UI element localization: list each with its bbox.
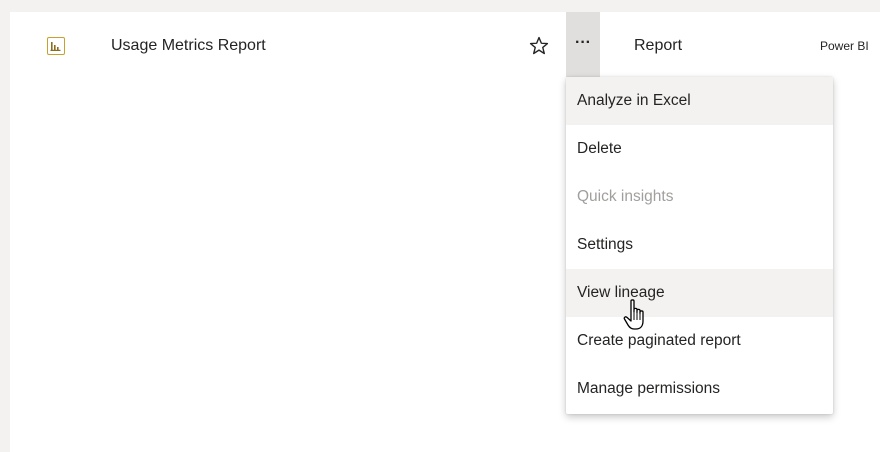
menu-item-view-lineage[interactable]: View lineage <box>566 269 833 317</box>
menu-item-manage-permissions[interactable]: Manage permissions <box>566 365 833 414</box>
content-list-panel: Usage Metrics Report ··· Report Power BI… <box>10 12 880 452</box>
workspace-canvas: Usage Metrics Report ··· Report Power BI… <box>0 0 880 452</box>
menu-item-quick-insights: Quick insights <box>577 188 674 205</box>
item-type: Report <box>634 37 683 54</box>
context-menu: Analyze in Excel Delete Quick insights S… <box>566 77 833 414</box>
star-outline-icon[interactable] <box>528 35 550 57</box>
menu-item-settings[interactable]: Settings <box>566 221 833 269</box>
report-chart-icon <box>47 37 65 55</box>
more-options-button[interactable]: ··· <box>566 12 600 82</box>
list-item[interactable]: Usage Metrics Report ··· Report Power BI <box>10 12 880 82</box>
menu-item-analyze-in-excel[interactable]: Analyze in Excel <box>566 77 833 125</box>
menu-item-delete[interactable]: Delete <box>566 125 833 173</box>
item-owner: Power BI <box>820 39 869 53</box>
report-name[interactable]: Usage Metrics Report <box>111 37 266 55</box>
ellipsis-icon: ··· <box>575 34 591 51</box>
menu-item-create-paginated-report[interactable]: Create paginated report <box>566 317 833 365</box>
